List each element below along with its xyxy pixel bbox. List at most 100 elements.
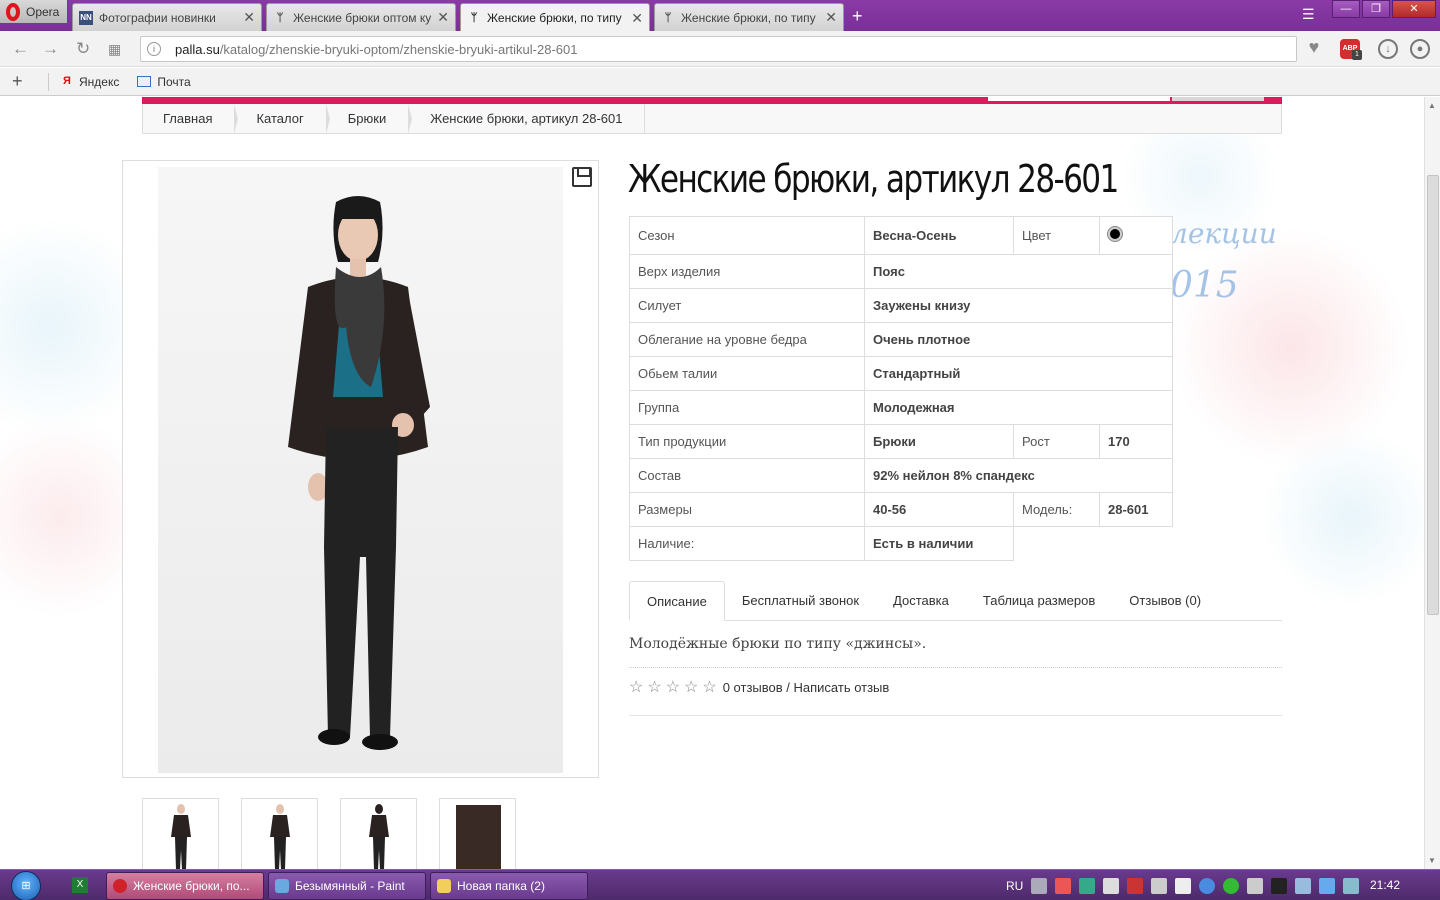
opera-menu-button[interactable]: Opera <box>0 0 68 24</box>
tray-app-icon[interactable] <box>1151 877 1168 894</box>
spec-label: Сезон <box>629 216 865 255</box>
tab-title: Фотографии новинки <box>99 10 216 25</box>
spec-label: Верх изделия <box>629 254 865 289</box>
folder-icon <box>437 879 451 893</box>
thumbnail-image[interactable] <box>142 798 219 869</box>
product-photo[interactable] <box>158 167 563 773</box>
nn-favicon-icon: NN <box>79 10 93 25</box>
page-scrollbar[interactable]: ▲ ▼ <box>1424 97 1440 869</box>
tab-title: Женские брюки, по типу <box>487 11 622 25</box>
volume-icon[interactable] <box>1247 877 1264 894</box>
empty-star-icon: ☆ <box>702 679 717 696</box>
spec-value: Стандартный <box>864 356 1173 391</box>
taskbar-window-browser[interactable]: Женские брюки, по... <box>106 872 264 900</box>
browser-tab-active[interactable]: ᛘ Женские брюки, по типу ✕ <box>460 3 650 32</box>
close-tab-icon[interactable]: ✕ <box>243 9 255 26</box>
bookmark-heart-icon[interactable]: ♥ <box>1302 37 1326 61</box>
breadcrumb-link-home[interactable]: Главная <box>143 103 239 134</box>
forward-arrow-icon[interactable]: → <box>42 39 59 59</box>
account-icon[interactable]: ● <box>1410 39 1430 59</box>
fabric-swatch <box>456 805 501 869</box>
scroll-down-arrow-icon[interactable]: ▼ <box>1428 856 1436 865</box>
taskbar-window-title: Безымянный - Paint <box>295 879 405 893</box>
minimize-button[interactable]: — <box>1332 0 1360 18</box>
tab-description[interactable]: Описание <box>629 581 725 621</box>
shield-icon[interactable] <box>1079 877 1096 894</box>
speed-dial-grid-icon[interactable]: ▦ <box>108 41 121 58</box>
new-tab-button[interactable]: + <box>852 6 863 27</box>
network-icon[interactable] <box>1343 877 1360 894</box>
signal-bars-icon[interactable] <box>1175 877 1192 894</box>
spec-row: Состав 92% нейлон 8% спандекс <box>629 458 1173 493</box>
url-field[interactable]: i palla.su/katalog/zhenskie-bryuki-optom… <box>140 36 1297 62</box>
spec-empty-cell <box>1014 527 1173 561</box>
bookmark-mail[interactable]: Почта <box>137 75 191 89</box>
spec-label: Группа <box>629 390 865 425</box>
tab-menu-icon[interactable]: ☰ <box>1302 6 1315 23</box>
clock[interactable]: 21:42 <box>1370 878 1400 892</box>
spec-row: Облегание на уровне бедра Очень плотное <box>629 322 1173 357</box>
empty-star-icon: ☆ <box>665 679 681 696</box>
thumbnail-fabric-image[interactable] <box>439 798 516 869</box>
rating-row: ☆ ☆ ☆ ☆ ☆ 0 отзывов / Написать отзыв <box>629 677 889 697</box>
browser-tab[interactable]: NN Фотографии новинки ✕ <box>72 3 262 31</box>
spec-label: Цвет <box>1013 216 1100 255</box>
spec-value <box>1099 216 1173 255</box>
reload-icon[interactable]: ↻ <box>76 39 90 59</box>
thumbnail-image[interactable] <box>241 798 318 869</box>
tray-app-icon[interactable] <box>1127 877 1144 894</box>
excel-icon[interactable]: X <box>72 877 88 893</box>
browser-tab[interactable]: ᛘ Женские брюки, по типу ✕ <box>654 3 844 31</box>
bookmarks-bar: + Я Яндекс Почта <box>0 68 1440 96</box>
spec-value: 170 <box>1099 424 1173 459</box>
empty-star-icon: ☆ <box>684 679 699 696</box>
start-button[interactable]: ⊞ <box>6 870 46 900</box>
tab-title: Женские брюки оптом ку <box>293 10 432 25</box>
tray-app-icon[interactable] <box>1223 877 1240 894</box>
taskbar-window-paint[interactable]: Безымянный - Paint <box>268 872 426 900</box>
tray-app-icon[interactable] <box>1031 877 1048 894</box>
bookmark-yandex[interactable]: Я Яндекс <box>61 75 119 89</box>
breadcrumb-link-trousers[interactable]: Брюки <box>326 103 413 134</box>
tray-app-icon[interactable] <box>1103 877 1120 894</box>
taskbar-window-folder[interactable]: Новая папка (2) <box>430 872 588 900</box>
color-swatch-icon[interactable] <box>1108 227 1122 241</box>
downloads-icon[interactable]: ↓ <box>1378 39 1398 59</box>
tray-app-icon[interactable] <box>1319 877 1336 894</box>
spec-value: Пояс <box>864 254 1173 289</box>
thumbnail-image[interactable] <box>340 798 417 869</box>
close-window-button[interactable]: ✕ <box>1392 0 1436 18</box>
tab-size-table[interactable]: Таблица размеров <box>966 581 1112 621</box>
scroll-up-arrow-icon[interactable]: ▲ <box>1428 101 1436 110</box>
back-arrow-icon[interactable]: ← <box>12 39 29 59</box>
site-info-icon[interactable]: i <box>147 42 161 56</box>
browser-tab-bar: Opera NN Фотографии новинки ✕ ᛘ Женские … <box>0 0 1440 32</box>
windows-taskbar: ⊞ X Женские брюки, по... Безымянный - Pa… <box>0 869 1440 900</box>
header-search-button[interactable] <box>1172 97 1264 101</box>
tray-app-icon[interactable] <box>1295 877 1312 894</box>
browser-tab[interactable]: ᛘ Женские брюки оптом ку ✕ <box>266 3 456 31</box>
header-search-input[interactable] <box>988 97 1170 101</box>
maximize-button[interactable]: ❐ <box>1362 0 1390 18</box>
add-bookmark-icon[interactable]: + <box>12 71 32 92</box>
spec-label: Обьем талии <box>629 356 865 391</box>
address-toolbar: ← → ↻ ▦ i palla.su/katalog/zhenskie-bryu… <box>0 31 1440 67</box>
tray-app-icon[interactable] <box>1271 877 1288 894</box>
breadcrumb-link-catalog[interactable]: Каталог <box>234 103 331 134</box>
tray-app-icon[interactable] <box>1199 877 1216 894</box>
write-review-link[interactable]: 0 отзывов / Написать отзыв <box>723 680 890 695</box>
close-tab-icon[interactable]: ✕ <box>437 9 449 26</box>
language-indicator[interactable]: RU <box>1006 879 1023 893</box>
close-tab-icon[interactable]: ✕ <box>631 10 643 27</box>
save-image-icon[interactable] <box>572 167 592 187</box>
scrollbar-thumb[interactable] <box>1427 175 1439 615</box>
spec-label: Модель: <box>1013 492 1100 527</box>
spec-label: Облегание на уровне бедра <box>629 322 865 357</box>
tray-app-icon[interactable] <box>1055 877 1072 894</box>
tab-delivery[interactable]: Доставка <box>876 581 966 621</box>
bookmark-label: Яндекс <box>79 74 120 89</box>
product-image-frame[interactable] <box>122 160 599 778</box>
close-tab-icon[interactable]: ✕ <box>825 9 837 26</box>
tab-reviews[interactable]: Отзывов (0) <box>1112 581 1218 621</box>
tab-free-call[interactable]: Бесплатный звонок <box>725 581 876 621</box>
